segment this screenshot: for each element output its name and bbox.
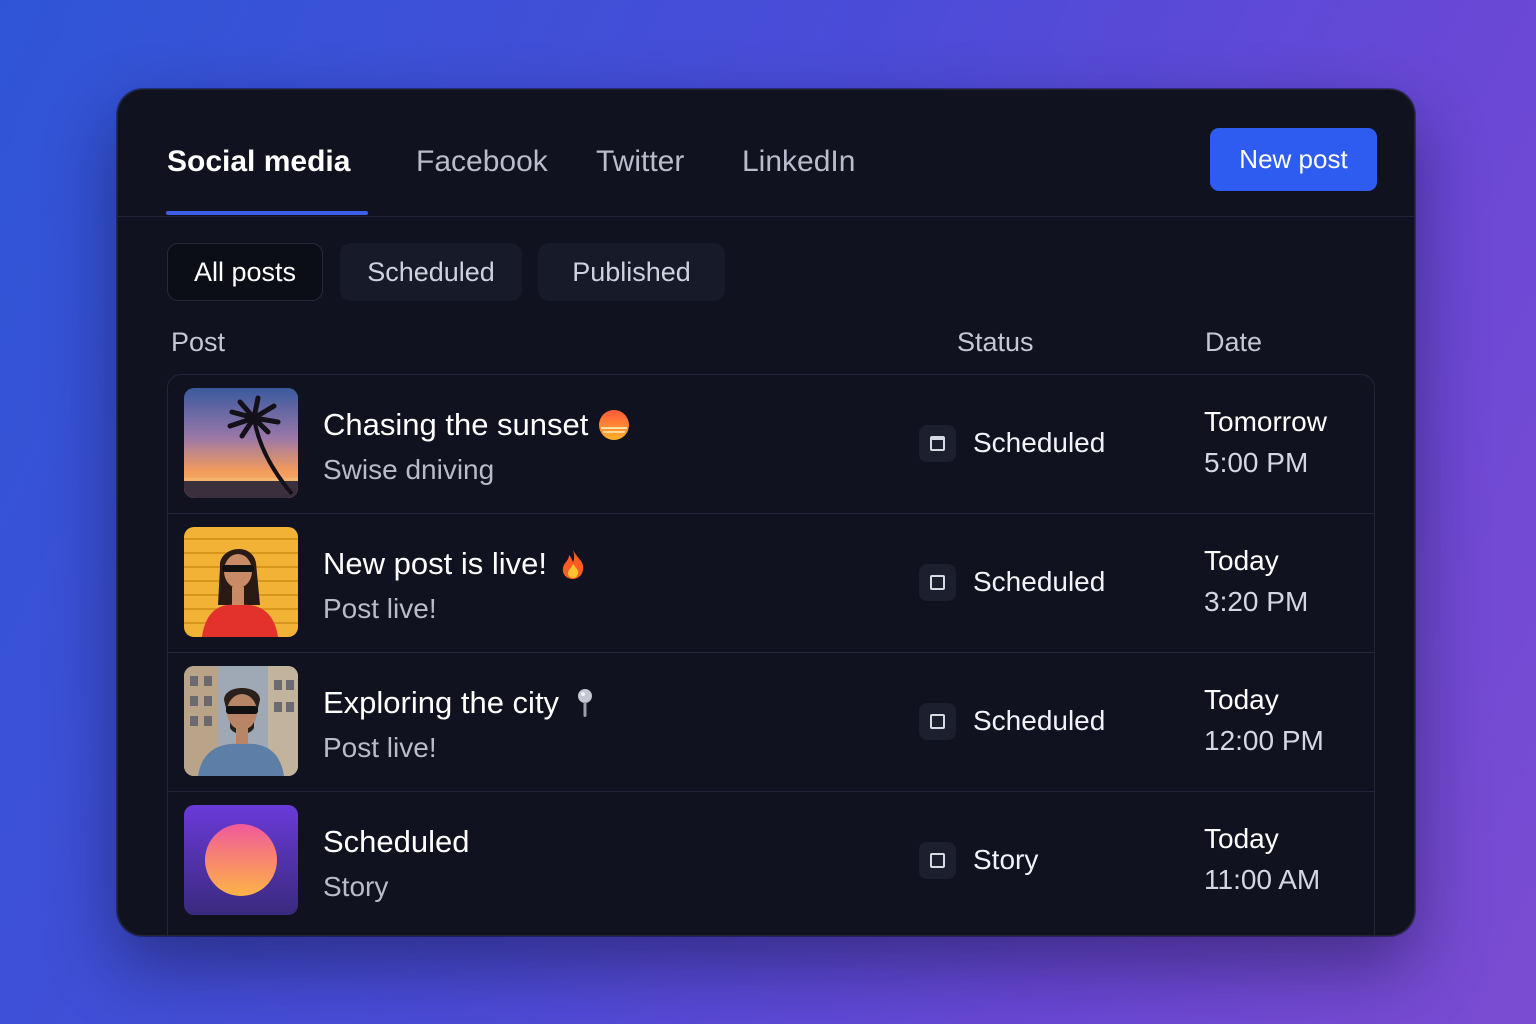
filter-all-posts[interactable]: All posts bbox=[167, 243, 323, 301]
post-title-text: Exploring the city bbox=[323, 685, 560, 720]
tab-linkedin[interactable]: LinkedIn bbox=[742, 145, 855, 179]
post-title-text: Chasing the sunset bbox=[323, 407, 589, 442]
square-icon bbox=[919, 564, 956, 601]
sunset-emoji-icon bbox=[599, 410, 630, 440]
active-tab-indicator bbox=[166, 211, 368, 215]
post-date-time: 5:00 PM bbox=[1204, 447, 1309, 478]
new-post-button[interactable]: New post bbox=[1210, 128, 1377, 191]
post-date-day: Today bbox=[1204, 823, 1279, 854]
post-date-time: 3:20 PM bbox=[1204, 586, 1309, 617]
post-date-day: Today bbox=[1204, 684, 1279, 715]
posts-list: Chasing the sunset Swise dniving Schedul… bbox=[167, 374, 1375, 935]
post-row[interactable]: Chasing the sunset Swise dniving Schedul… bbox=[168, 375, 1374, 514]
post-subtitle: Story bbox=[323, 871, 389, 902]
tab-twitter[interactable]: Twitter bbox=[596, 145, 684, 179]
post-thumbnail bbox=[184, 666, 298, 776]
post-title: Chasing the sunset bbox=[323, 407, 630, 443]
post-title: New post is live! bbox=[323, 546, 589, 582]
square-icon bbox=[919, 703, 956, 740]
post-subtitle: Swise dniving bbox=[323, 454, 495, 485]
post-row[interactable]: Exploring the city Post live! Scheduled … bbox=[168, 653, 1374, 792]
post-date-time: 12:00 PM bbox=[1204, 725, 1324, 756]
post-date-day: Today bbox=[1204, 545, 1279, 576]
column-header-date: Date bbox=[1205, 327, 1263, 357]
post-thumbnail bbox=[184, 388, 298, 498]
post-date-time: 11:00 AM bbox=[1204, 864, 1321, 895]
filter-scheduled[interactable]: Scheduled bbox=[340, 243, 522, 301]
post-title-text: New post is live! bbox=[323, 546, 547, 581]
post-date-day: Tomorrow bbox=[1204, 406, 1327, 437]
filter-published[interactable]: Published bbox=[538, 243, 725, 301]
fire-emoji-icon bbox=[562, 550, 584, 579]
post-thumbnail bbox=[184, 527, 298, 637]
column-header-status: Status bbox=[957, 327, 1034, 357]
post-title: Exploring the city bbox=[323, 685, 601, 721]
post-subtitle: Post live! bbox=[323, 593, 437, 624]
column-header-post: Post bbox=[171, 327, 226, 357]
calendar-icon bbox=[919, 425, 956, 462]
post-subtitle: Post live! bbox=[323, 732, 437, 763]
tab-bar: Social media Facebook Twitter LinkedIn N… bbox=[118, 90, 1414, 217]
status-text: Scheduled bbox=[973, 705, 1106, 736]
post-row[interactable]: New post is live! Post live! Scheduled T… bbox=[168, 514, 1374, 653]
status-text: Scheduled bbox=[973, 427, 1106, 458]
square-icon bbox=[919, 842, 956, 879]
post-title: Scheduled bbox=[323, 824, 470, 860]
tab-facebook[interactable]: Facebook bbox=[416, 145, 548, 179]
post-title-text: Scheduled bbox=[323, 824, 470, 859]
status-text: Story bbox=[973, 844, 1039, 875]
post-thumbnail bbox=[184, 805, 298, 915]
status-text: Scheduled bbox=[973, 566, 1106, 597]
social-media-panel: Social media Facebook Twitter LinkedIn N… bbox=[117, 89, 1415, 936]
tab-social-media[interactable]: Social media bbox=[167, 145, 350, 179]
post-row[interactable]: Scheduled Story Story Today 11:00 AM bbox=[168, 792, 1374, 931]
pushpin-emoji-icon bbox=[578, 689, 593, 717]
